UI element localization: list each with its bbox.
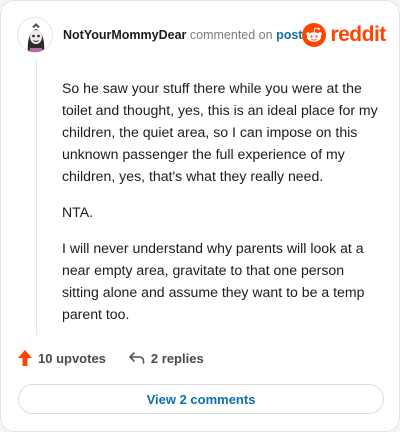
username-link[interactable]: NotYourMommyDear (63, 28, 186, 42)
post-link[interactable]: post (276, 28, 302, 42)
reddit-wordmark: reddit (330, 23, 386, 46)
reply-arrow-icon (129, 352, 145, 364)
comment-meta: NotYourMommyDear commented on post (63, 28, 302, 42)
comment-paragraph: NTA. (62, 204, 94, 220)
upvote-button[interactable]: 10 upvotes (17, 349, 106, 367)
comment-body: So he saw your stuff there while you wer… (62, 77, 382, 339)
thread-line[interactable] (36, 59, 37, 335)
replies-count: 2 replies (150, 350, 204, 366)
reddit-logo[interactable]: reddit (302, 23, 386, 47)
replies-button[interactable]: 2 replies (128, 350, 204, 366)
avatar-icon (18, 18, 52, 52)
comment-card: NotYourMommyDear commented on post reddi… (0, 0, 400, 432)
avatar[interactable] (17, 17, 53, 53)
comment-actions: 10 upvotes 2 replies (17, 349, 204, 367)
comment-paragraph: So he saw your stuff there while you wer… (62, 80, 378, 184)
upvote-arrow-icon (18, 350, 32, 366)
commented-on-text: commented on (189, 28, 273, 42)
upvote-count: 10 upvotes (38, 350, 106, 366)
reddit-snoo-icon (302, 23, 327, 47)
view-comments-button[interactable]: View 2 comments (18, 384, 384, 414)
comment-paragraph: I will never understand why parents will… (62, 240, 365, 322)
comment-header: NotYourMommyDear commented on post reddi… (17, 15, 386, 55)
